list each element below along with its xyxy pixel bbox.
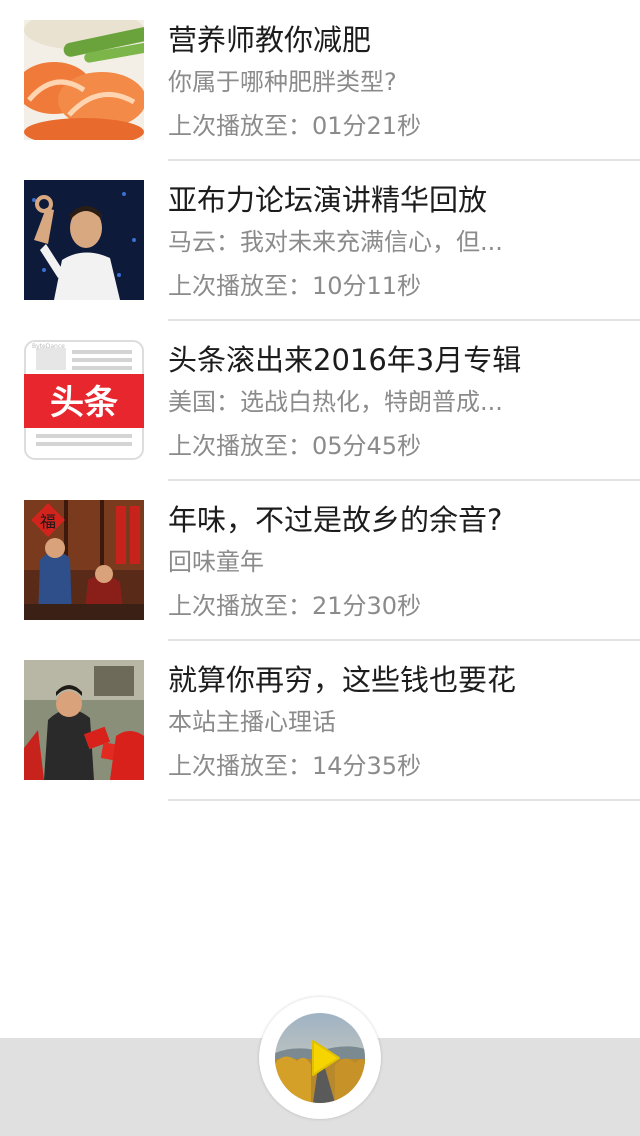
thumbnail-new-year: 福 xyxy=(24,500,144,620)
list-item[interactable]: 亚布力论坛演讲精华回放 马云：我对未来充满信心，但... 上次播放至：10分11… xyxy=(0,160,640,321)
logo-brand-text: ByteDance xyxy=(32,343,65,350)
new-year-photo: 福 xyxy=(24,500,144,620)
item-subtitle: 你属于哪种肥胖类型? xyxy=(168,68,397,96)
item-progress: 上次播放至：21分30秒 xyxy=(168,592,422,620)
item-progress: 上次播放至：05分45秒 xyxy=(168,432,422,460)
play-icon xyxy=(312,1040,340,1076)
item-progress: 上次播放至：14分35秒 xyxy=(168,752,422,780)
item-text: 就算你再穷，这些钱也要花 本站主播心理话 上次播放至：14分35秒 xyxy=(168,640,640,801)
shrimp-dish-image xyxy=(24,20,144,140)
list-item[interactable]: 福 年味，不过是故乡的余音? 回味童年 上次播放至：21分30秒 xyxy=(0,480,640,641)
list-item[interactable]: 就算你再穷，这些钱也要花 本站主播心理话 上次播放至：14分35秒 xyxy=(0,640,640,801)
thumbnail-shrimp xyxy=(24,20,144,140)
toutiao-logo: ByteDance 头条 xyxy=(24,340,144,460)
item-title: 就算你再穷，这些钱也要花 xyxy=(168,663,517,697)
item-title: 头条滚出来2016年3月专辑 xyxy=(168,343,522,377)
item-text: 营养师教你减肥 你属于哪种肥胖类型? 上次播放至：01分21秒 xyxy=(168,0,640,161)
item-text: 头条滚出来2016年3月专辑 美国：选战白热化，特朗普成... 上次播放至：05… xyxy=(168,320,640,481)
list-item[interactable]: 营养师教你减肥 你属于哪种肥胖类型? 上次播放至：01分21秒 xyxy=(0,0,640,161)
thumbnail-toutiao: ByteDance 头条 xyxy=(24,340,144,460)
now-playing-button[interactable] xyxy=(259,997,381,1119)
red-envelope-photo xyxy=(24,660,144,780)
item-progress: 上次播放至：10分11秒 xyxy=(168,272,422,300)
item-subtitle: 马云：我对未来充满信心，但... xyxy=(168,228,503,256)
item-subtitle: 本站主播心理话 xyxy=(168,708,336,736)
item-text: 亚布力论坛演讲精华回放 马云：我对未来充满信心，但... 上次播放至：10分11… xyxy=(168,160,640,321)
item-text: 年味，不过是故乡的余音? 回味童年 上次播放至：21分30秒 xyxy=(168,480,640,641)
item-subtitle: 回味童年 xyxy=(168,548,264,576)
history-list: 营养师教你减肥 你属于哪种肥胖类型? 上次播放至：01分21秒 亚布力论坛演讲精… xyxy=(0,0,640,801)
item-title: 营养师教你减肥 xyxy=(168,23,372,57)
fu-character: 福 xyxy=(40,512,56,531)
item-progress: 上次播放至：01分21秒 xyxy=(168,112,422,140)
item-subtitle: 美国：选战白热化，特朗普成... xyxy=(168,388,503,416)
list-item[interactable]: ByteDance 头条 头条滚出来2016年3月专辑 美国：选战白热化，特朗普… xyxy=(0,320,640,481)
thumbnail-speaker xyxy=(24,180,144,300)
item-title: 亚布力论坛演讲精华回放 xyxy=(168,183,488,217)
logo-text: 头条 xyxy=(50,383,118,423)
thumbnail-red-envelope xyxy=(24,660,144,780)
speaker-photo xyxy=(24,180,144,300)
item-title: 年味，不过是故乡的余音? xyxy=(168,503,503,537)
now-playing-artwork xyxy=(275,1013,365,1103)
